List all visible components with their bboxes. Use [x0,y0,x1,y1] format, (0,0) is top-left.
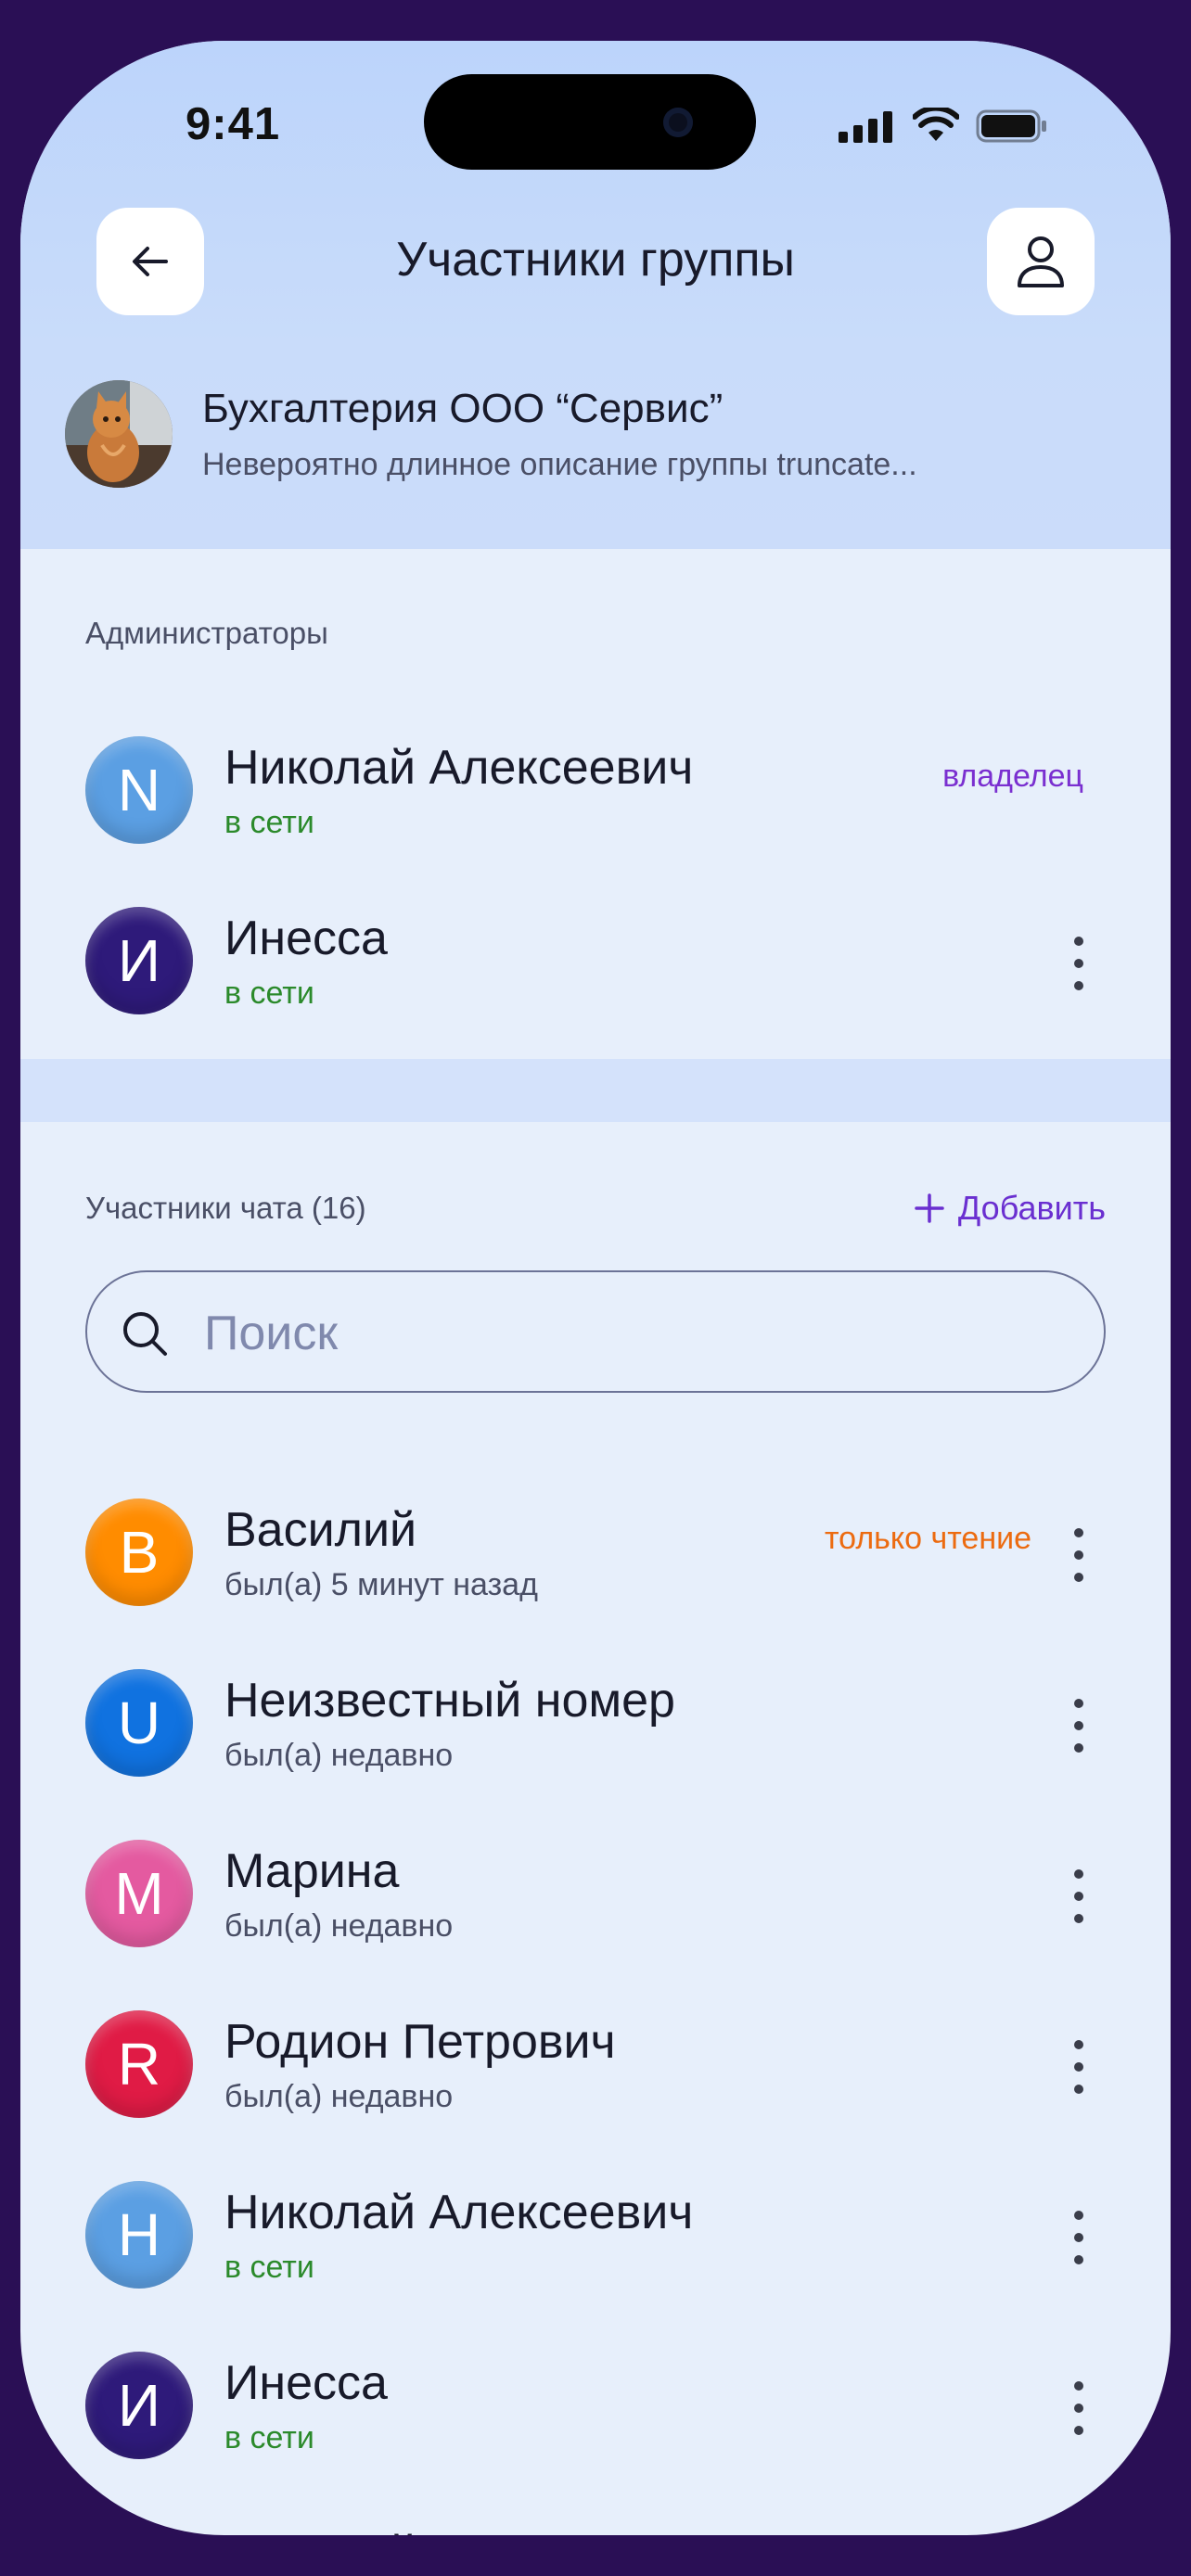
more-options-icon[interactable] [1065,2034,1093,2099]
member-status: в сети [224,976,314,1011]
wifi-icon [913,108,959,141]
member-row[interactable]: В Василий [20,2506,1171,2535]
section-divider [20,1059,1171,1122]
dynamic-island [424,74,756,170]
plus-icon [915,1193,944,1223]
member-name: Василий [224,2526,416,2535]
group-avatar[interactable] [65,380,173,488]
member-name: Родион Петрович [224,2015,616,2069]
add-member-button[interactable]: Добавить [914,1189,1106,1228]
avatar: В [85,1498,193,1606]
member-name: Николай Алексеевич [224,741,694,795]
more-options-icon[interactable] [1065,1523,1093,1588]
member-status: был(а) недавно [224,1738,454,1773]
phone-screen: 9:41 Участники группы Бухгалтерия ООО “С… [20,41,1171,2535]
profile-button[interactable] [987,208,1095,315]
group-description: Невероятно длинное описание группы trunc… [202,447,917,482]
member-row[interactable]: Н Николай Алексеевич в сети [20,2164,1171,2313]
member-status: в сети [224,2420,314,2455]
admin-row[interactable]: И Инесса в сети [20,890,1171,1039]
status-time: 9:41 [186,99,281,149]
avatar: И [85,2352,193,2459]
group-name: Бухгалтерия ООО “Сервис” [202,386,724,431]
battery-icon [976,109,1046,143]
avatar: В [85,2522,193,2535]
more-options-icon[interactable] [1065,2205,1093,2270]
member-status: в сети [224,805,314,840]
avatar: M [85,1840,193,1947]
add-member-label: Добавить [957,1189,1106,1227]
search-field[interactable] [85,1270,1106,1393]
member-status: был(а) недавно [224,1908,454,1944]
member-name: Инесса [224,2356,388,2410]
more-options-icon[interactable] [1065,1693,1093,1758]
user-icon [1018,236,1064,287]
member-row[interactable]: U Неизвестный номер был(а) недавно [20,1652,1171,1801]
more-options-icon[interactable] [1065,1864,1093,1929]
avatar: R [85,2010,193,2118]
role-badge-owner: владелец [942,759,1083,794]
avatar: U [85,1669,193,1777]
member-row[interactable]: И Инесса в сети [20,2335,1171,2483]
camera-icon [663,108,693,137]
member-row[interactable]: В Василий был(а) 5 минут назад только чт… [20,1482,1171,1630]
member-row[interactable]: M Марина был(а) недавно [20,1823,1171,1971]
avatar: И [85,907,193,1014]
more-options-icon[interactable] [1065,2376,1093,2441]
search-input[interactable] [204,1296,1039,1371]
members-section-label: Участники чата (16) [85,1191,366,1225]
admins-section-label: Администраторы [85,616,328,650]
member-row[interactable]: R Родион Петрович был(а) недавно [20,1994,1171,2142]
cellular-signal-icon [839,111,892,143]
admin-row[interactable]: N Николай Алексеевич в сети владелец [20,720,1171,868]
role-badge-readonly: только чтение [824,1521,1031,1556]
member-name: Василий [224,1503,417,1557]
more-options-icon[interactable] [1065,931,1093,996]
member-name: Неизвестный номер [224,1674,675,1728]
member-status: в сети [224,2250,314,2285]
member-status: был(а) недавно [224,2079,454,2114]
member-name: Инесса [224,912,388,965]
member-status: был(а) 5 минут назад [224,1567,538,1602]
cat-photo-icon [65,380,173,488]
avatar: N [85,736,193,844]
header-area: 9:41 Участники группы Бухгалтерия ООО “С… [20,41,1171,549]
member-name: Николай Алексеевич [224,2186,694,2239]
search-icon [123,1312,167,1356]
member-name: Марина [224,1844,400,1898]
avatar: Н [85,2181,193,2289]
status-bar: 9:41 [20,41,1171,226]
